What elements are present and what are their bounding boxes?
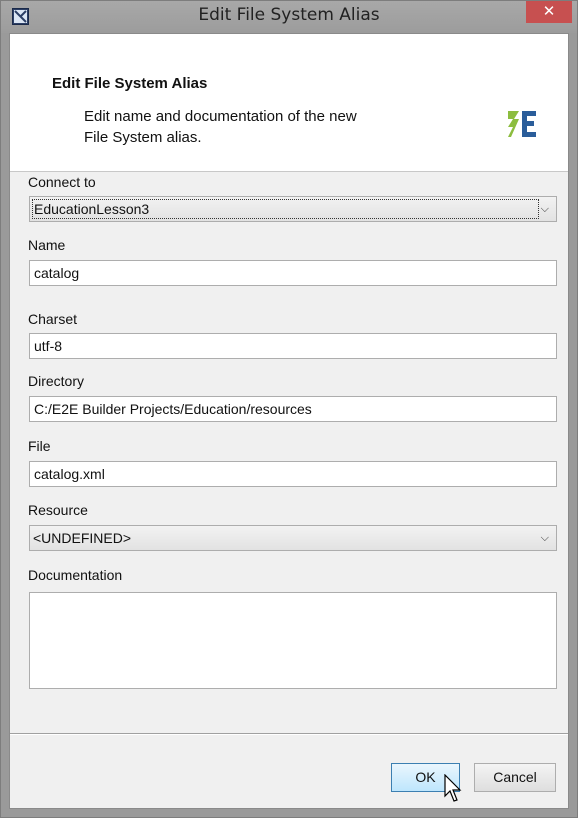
file-label: File — [28, 438, 51, 454]
dialog-body: Edit File System Alias Edit name and doc… — [9, 33, 569, 809]
dialog-window: Edit File System Alias ✕ Edit File Syste… — [0, 0, 578, 818]
window-title: Edit File System Alias — [198, 5, 380, 25]
directory-label: Directory — [28, 373, 85, 389]
header-description-line2: File System alias. — [84, 129, 202, 146]
documentation-textarea[interactable] — [29, 592, 557, 689]
connect-to-label: Connect to — [28, 174, 96, 190]
title-bar[interactable]: Edit File System Alias ✕ — [1, 1, 577, 33]
connect-to-dropdown[interactable]: EducationLesson3 ⌵ — [29, 196, 557, 222]
footer-separator — [10, 733, 568, 735]
header-description-line1: Edit name and documentation of the new — [84, 108, 357, 125]
resource-value: <UNDEFINED> — [33, 530, 132, 546]
close-icon: ✕ — [542, 2, 556, 20]
chevron-down-icon: ⌵ — [540, 532, 549, 544]
chevron-down-icon: ⌵ — [540, 203, 549, 215]
cancel-button[interactable]: Cancel — [474, 763, 556, 792]
dialog-header: Edit File System Alias Edit name and doc… — [10, 34, 568, 172]
file-field[interactable]: catalog.xml — [29, 461, 557, 487]
documentation-label: Documentation — [28, 567, 123, 583]
header-title: Edit File System Alias — [52, 75, 208, 92]
close-button[interactable]: ✕ — [526, 1, 572, 23]
charset-field[interactable]: utf-8 — [29, 333, 557, 359]
name-label: Name — [28, 237, 66, 253]
name-field[interactable]: catalog — [29, 260, 557, 286]
header-description: Edit name and documentation of the new F… — [84, 106, 384, 148]
directory-field[interactable]: C:/E2E Builder Projects/Education/resour… — [29, 396, 557, 422]
charset-label: Charset — [28, 311, 78, 327]
mouse-pointer-icon — [444, 774, 462, 802]
resource-label: Resource — [28, 502, 88, 518]
resource-dropdown[interactable]: <UNDEFINED> ⌵ — [29, 525, 557, 551]
connect-to-value: EducationLesson3 — [32, 199, 539, 219]
e2e-logo-icon — [508, 111, 536, 137]
